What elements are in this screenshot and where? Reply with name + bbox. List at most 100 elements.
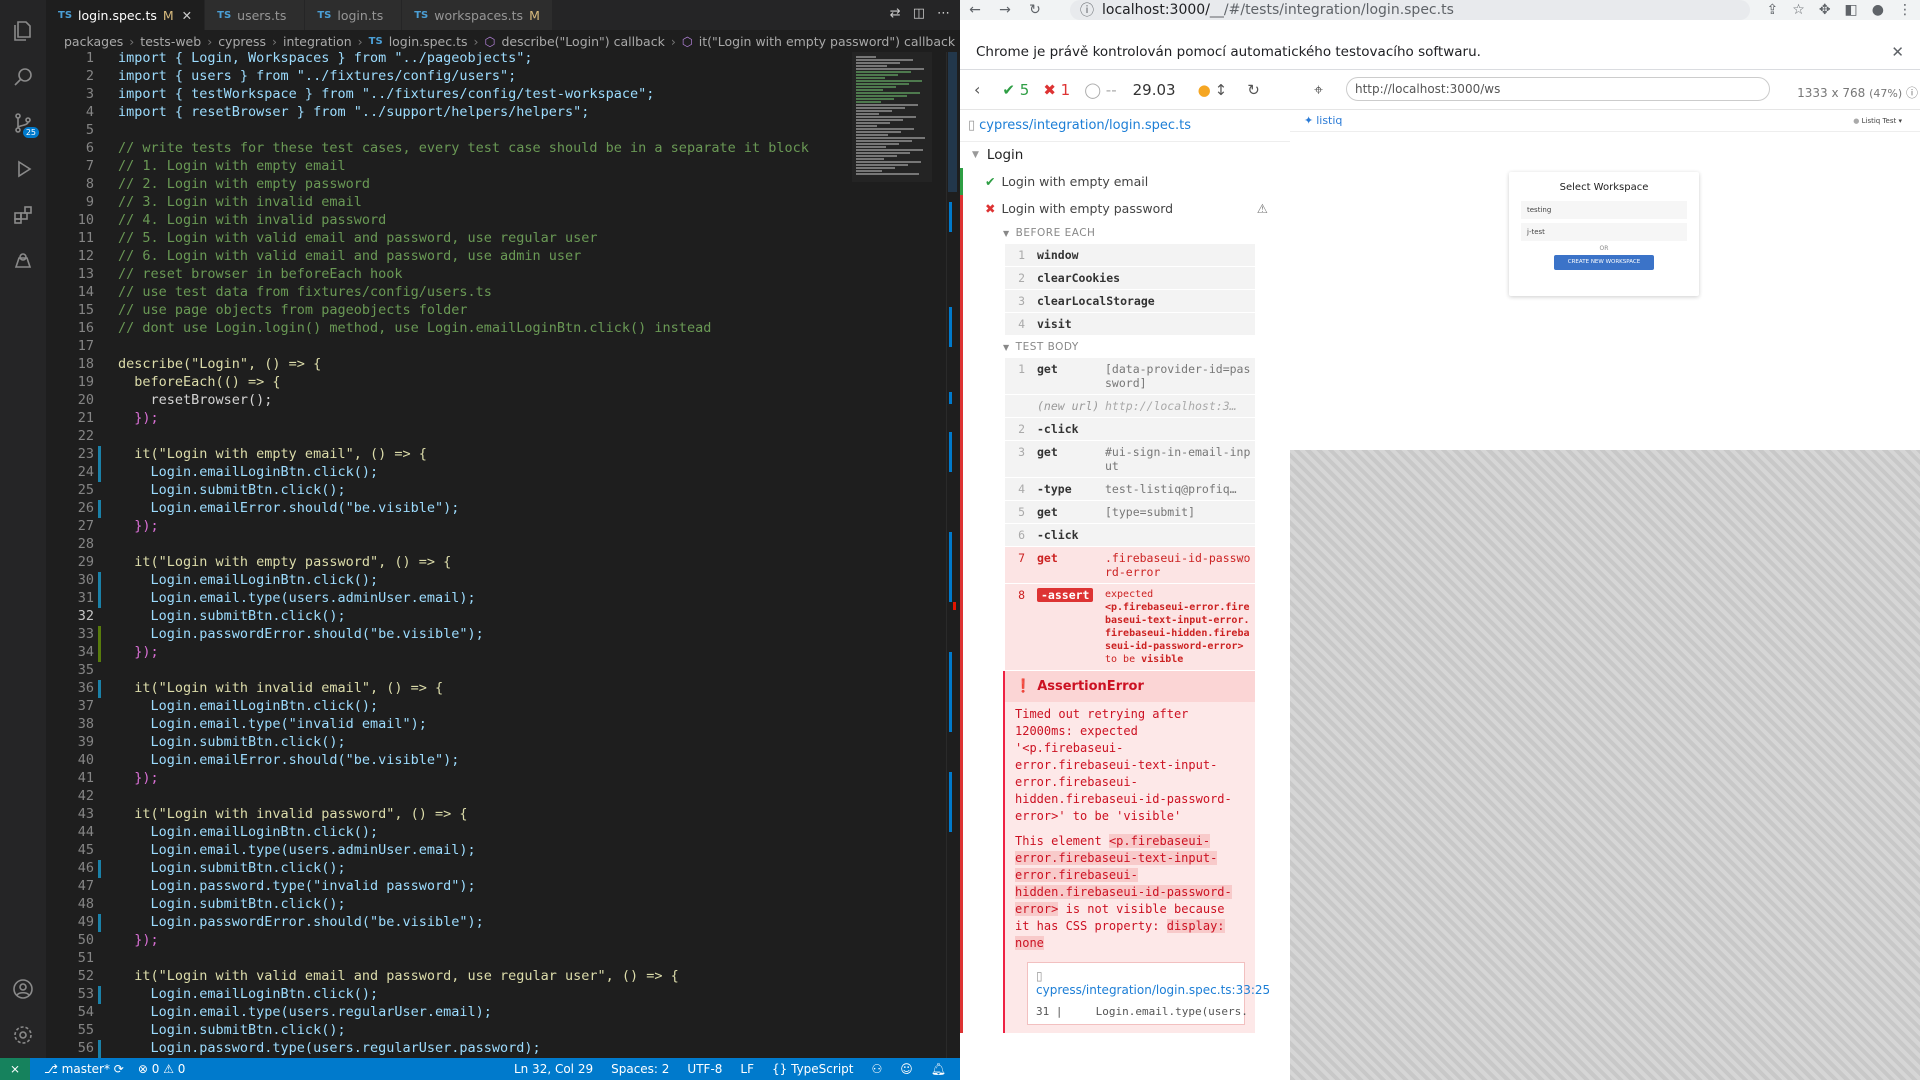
code-line[interactable]: Login.email.type(users.adminUser.email); — [118, 590, 476, 606]
minimap[interactable] — [852, 52, 932, 182]
test-item-fail[interactable]: ✖ Login with empty password ⚠ — [960, 195, 1290, 222]
run-debug-icon[interactable] — [0, 146, 46, 192]
feedback-icon[interactable]: ☺ — [900, 1062, 913, 1076]
search-icon[interactable] — [0, 54, 46, 100]
code-line[interactable]: // reset browser in beforeEach hook — [118, 266, 402, 282]
info-icon[interactable]: ⓘ — [1906, 86, 1918, 100]
encoding[interactable]: UTF-8 — [687, 1062, 722, 1076]
code-line[interactable]: // 5. Login with valid email and passwor… — [118, 230, 598, 246]
code-line[interactable]: import { Login, Workspaces } from "../pa… — [118, 52, 533, 66]
code-line[interactable]: it("Login with empty password", () => { — [118, 554, 451, 570]
aut-url-bar[interactable]: http://localhost:3000/ws — [1346, 77, 1770, 101]
breadcrumb-item[interactable]: login.spec.ts — [389, 34, 468, 49]
code-line[interactable]: Login.submitBtn.click(); — [118, 482, 346, 498]
code-line[interactable]: Login.email.type(users.regularUser.email… — [118, 1004, 492, 1020]
code-line[interactable]: Login.submitBtn.click(); — [118, 860, 346, 876]
selector-playground-icon[interactable]: ⌖ — [1314, 80, 1323, 100]
command-row[interactable]: 2 -click — [1005, 418, 1255, 441]
code-line[interactable]: Login.submitBtn.click(); — [118, 896, 346, 912]
code-line[interactable]: Login.emailLoginBtn.click(); — [118, 698, 379, 714]
test-body-section[interactable]: ▼ TEST BODY — [963, 336, 1290, 358]
command-row[interactable]: 4 visit — [1005, 313, 1255, 336]
code-line[interactable]: import { resetBrowser } from "../support… — [118, 104, 589, 120]
command-row[interactable]: 1 window — [1005, 244, 1255, 267]
workspace-item[interactable]: j-test — [1521, 223, 1687, 241]
code-line[interactable]: Login.submitBtn.click(); — [118, 1022, 346, 1038]
code-line[interactable]: Login.submitBtn.click(); — [118, 734, 346, 750]
share-icon[interactable]: ⇪ — [1767, 2, 1779, 18]
code-line[interactable]: Login.passwordError.should("be.visible")… — [118, 914, 484, 930]
breadcrumb-item[interactable]: packages — [64, 34, 123, 49]
code-line[interactable]: // 4. Login with invalid password — [118, 212, 386, 228]
breadcrumb-item[interactable]: it("Login with empty password") callback — [699, 34, 955, 49]
workspace-item[interactable]: testing — [1521, 201, 1687, 219]
back-icon[interactable]: ← — [960, 2, 990, 18]
code-line[interactable]: Login.password.type(users.regularUser.pa… — [118, 1040, 541, 1056]
code-line[interactable]: Login.emailLoginBtn.click(); — [118, 986, 379, 1002]
reload-icon[interactable]: ↻ — [1020, 2, 1050, 18]
back-chevron-icon[interactable]: ‹ — [974, 80, 980, 99]
create-workspace-button[interactable]: CREATE NEW WORKSPACE — [1554, 255, 1654, 270]
account-icon[interactable] — [0, 966, 46, 1012]
command-row[interactable]: 4 -type test-listiq@profiq… — [1005, 478, 1255, 501]
chrome-menu-icon[interactable]: ⋮ — [1898, 2, 1912, 18]
command-row[interactable]: 3 get #ui-sign-in-email-input — [1005, 441, 1255, 478]
copilot-icon[interactable]: ⚇ — [871, 1062, 882, 1076]
code-line[interactable]: it("Login with invalid email", () => { — [118, 680, 443, 696]
close-tab-icon[interactable]: ✕ — [182, 8, 192, 23]
code-line[interactable]: Login.emailError.should("be.visible"); — [118, 752, 460, 768]
code-line[interactable]: // write tests for these test cases, eve… — [118, 140, 809, 156]
explorer-icon[interactable] — [0, 8, 46, 54]
rerun-icon[interactable]: ↻ — [1247, 81, 1260, 99]
remote-explorer-icon[interactable] — [0, 238, 46, 284]
breadcrumb-item[interactable]: tests-web — [140, 34, 201, 49]
tab-login[interactable]: TS login.ts — [305, 0, 403, 30]
code-line[interactable]: import { testWorkspace } from "../fixtur… — [118, 86, 654, 102]
test-item-pass[interactable]: ✔ Login with empty email — [960, 168, 1290, 195]
address-bar[interactable]: ⓘ localhost:3000/__/#/tests/integration/l… — [1070, 0, 1750, 20]
code-line[interactable]: Login.emailLoginBtn.click(); — [118, 824, 379, 840]
code-line[interactable]: }); — [118, 518, 158, 534]
spec-path[interactable]: ▯ cypress/integration/login.spec.ts — [960, 110, 1290, 142]
site-info-icon[interactable]: ⓘ — [1080, 0, 1094, 20]
code-line[interactable]: // use page objects from pageobjects fol… — [118, 302, 468, 318]
more-actions-icon[interactable]: ⋯ — [937, 6, 950, 21]
editor-scrollbar[interactable] — [946, 52, 960, 1058]
indentation[interactable]: Spaces: 2 — [611, 1062, 669, 1076]
code-line[interactable]: it("Login with valid email and password,… — [118, 968, 679, 984]
compare-icon[interactable]: ⇄ — [890, 6, 901, 21]
code-line[interactable]: describe("Login", () => { — [118, 356, 321, 372]
command-row[interactable]: 7 get .firebaseui-id-password-error ◌ — [1005, 547, 1255, 584]
extensions-puzzle-icon[interactable]: ✥ — [1819, 2, 1831, 18]
command-row[interactable]: (new url) http://localhost:3… — [1005, 395, 1255, 418]
language-mode[interactable]: {} TypeScript — [772, 1062, 853, 1076]
code-line[interactable]: }); — [118, 932, 158, 948]
cursor-position[interactable]: Ln 32, Col 29 — [514, 1062, 593, 1076]
auto-scroll-dot-icon[interactable]: ● — [1198, 81, 1211, 99]
code-line[interactable]: Login.email.type("invalid email"); — [118, 716, 427, 732]
before-each-section[interactable]: ▼ BEFORE EACH — [963, 222, 1290, 244]
extensions-icon[interactable] — [0, 192, 46, 238]
command-row[interactable]: 5 get [type=submit] — [1005, 501, 1255, 524]
code-line[interactable]: beforeEach(() => { — [118, 374, 280, 390]
side-panel-icon[interactable]: ◧ — [1845, 2, 1858, 18]
close-infobar-icon[interactable]: ✕ — [1891, 43, 1904, 61]
auto-scroll-arrows-icon[interactable]: ↕ — [1215, 81, 1228, 99]
code-frame[interactable]: ▯ cypress/integration/login.spec.ts:33:2… — [1027, 962, 1270, 1025]
code-line[interactable]: Login.emailError.should("be.visible"); — [118, 500, 460, 516]
command-row[interactable]: 2 clearCookies — [1005, 267, 1255, 290]
suite-login[interactable]: ▼ Login — [960, 142, 1290, 168]
branch-indicator[interactable]: ⎇ master* ⟳ — [44, 1062, 124, 1076]
tab-login-spec[interactable]: TS login.spec.ts M ✕ — [46, 0, 206, 30]
warning-triangle-icon[interactable]: ⚠ — [1257, 201, 1268, 216]
problems-indicator[interactable]: ⊗ 0 ⚠ 0 — [138, 1062, 186, 1076]
source-control-icon[interactable]: 25 — [0, 100, 46, 146]
code-line[interactable]: it("Login with empty email", () => { — [118, 446, 427, 462]
profile-avatar[interactable]: ● — [1872, 2, 1884, 18]
code-line[interactable]: // dont use Login.login() method, use Lo… — [118, 320, 711, 336]
code-line[interactable]: import { users } from "../fixtures/confi… — [118, 68, 516, 84]
breadcrumb-item[interactable]: integration — [283, 34, 352, 49]
code-line[interactable]: resetBrowser(); — [118, 392, 273, 408]
code-editor[interactable]: 1 import { Login, Workspaces } from "../p… — [46, 52, 960, 1058]
tab-workspaces[interactable]: TS workspaces.ts M — [402, 0, 553, 30]
